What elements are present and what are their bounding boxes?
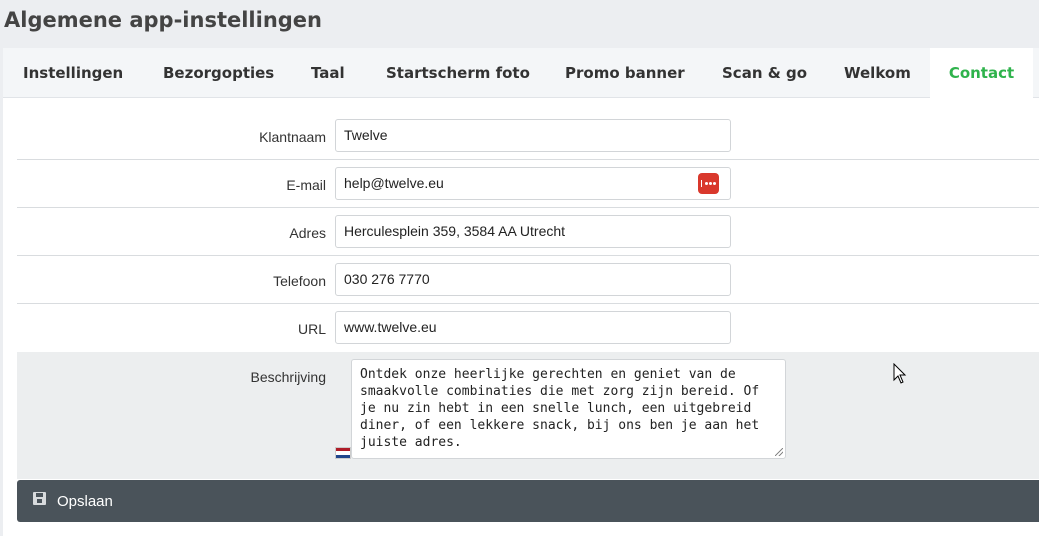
save-button[interactable]: Opslaan [17,480,1039,522]
form-row-adres: Adres Herculesplein 359, 3584 AA Utrecht [17,208,1039,256]
tab-contact[interactable]: Contact [930,48,1033,99]
tab-bar: Instellingen Bezorgopties Taal Startsche… [3,48,1039,99]
adres-input[interactable]: Herculesplein 359, 3584 AA Utrecht [335,215,731,248]
form-row-klantnaam: Klantnaam Twelve [17,112,1039,160]
tab-instellingen[interactable]: Instellingen [23,48,123,98]
telefoon-input[interactable]: 030 276 7770 [335,263,731,296]
tab-promo-banner[interactable]: Promo banner [565,48,685,98]
klantnaam-label: Klantnaam [259,129,326,145]
form-row-url: URL www.twelve.eu [17,304,1039,352]
tab-bezorgopties[interactable]: Bezorgopties [163,48,274,98]
form-row-beschrijving: Beschrijving Ontdek onze heerlijke gerec… [17,352,1039,479]
tab-startscherm-foto[interactable]: Startscherm foto [386,48,530,98]
dutch-flag-icon[interactable] [335,447,351,459]
tab-scan-and-go[interactable]: Scan & go [722,48,807,98]
page-title: Algemene app-instellingen [4,8,323,32]
form-row-telefoon: Telefoon 030 276 7770 [17,256,1039,304]
email-label: E-mail [286,177,326,193]
adres-label: Adres [289,225,326,241]
klantnaam-input[interactable]: Twelve [335,119,731,152]
beschrijving-textarea[interactable]: Ontdek onze heerlijke gerechten en genie… [351,359,786,459]
save-button-label: Opslaan [57,493,113,510]
password-manager-icon[interactable] [698,173,719,194]
email-value: help@twelve.eu [344,175,444,191]
form-row-email: E-mail help@twelve.eu [17,160,1039,208]
contact-form-panel: Klantnaam Twelve E-mail help@twelve.eu A… [3,98,1039,536]
mouse-cursor-icon [893,363,907,384]
url-input[interactable]: www.twelve.eu [335,311,731,344]
beschrijving-label: Beschrijving [250,369,326,385]
beschrijving-value: Ontdek onze heerlijke gerechten en genie… [360,367,760,450]
resize-handle-icon[interactable] [775,448,783,456]
telefoon-label: Telefoon [273,273,326,289]
floppy-disk-icon [33,492,46,505]
url-label: URL [297,321,326,337]
tab-welkom[interactable]: Welkom [844,48,911,98]
tab-taal[interactable]: Taal [311,48,345,98]
email-input[interactable]: help@twelve.eu [335,167,731,200]
